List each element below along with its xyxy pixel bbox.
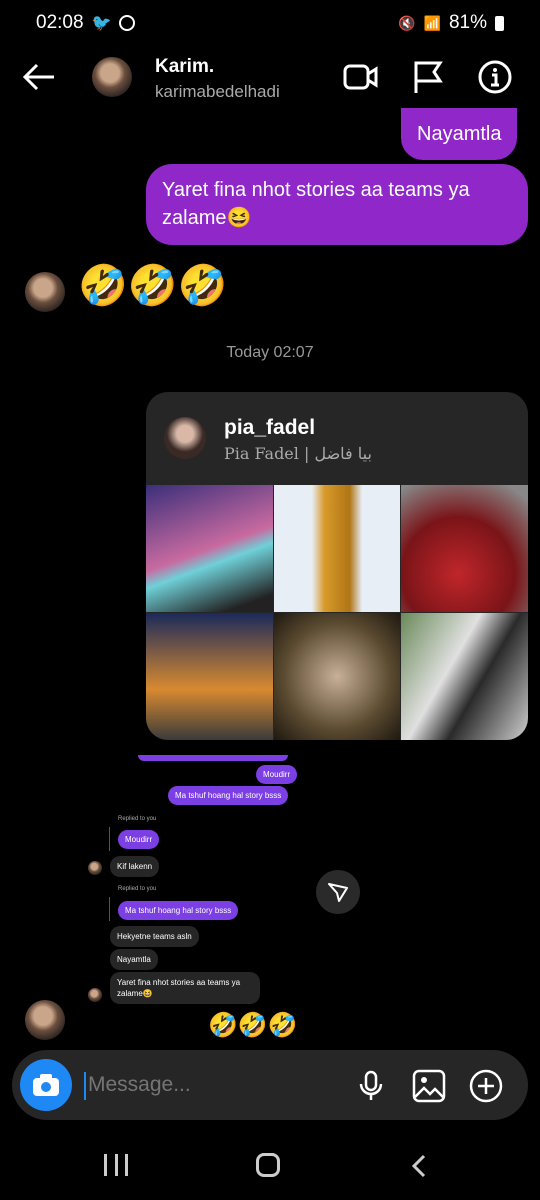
contact-username: karimabedelhadi	[155, 82, 280, 101]
clock: 02:08	[36, 12, 84, 33]
mini-avatar	[88, 861, 102, 875]
avatar[interactable]	[92, 57, 132, 97]
mini-received-message: Nayamtla	[110, 949, 158, 970]
cut-bubble	[138, 755, 288, 761]
navigation-bar	[0, 1140, 540, 1190]
battery-level: 81%	[448, 12, 487, 33]
status-bar: 02:08 🐦 🔇 📶 81%	[36, 10, 504, 36]
recent-apps-button[interactable]	[104, 1154, 128, 1176]
add-icon[interactable]	[469, 1069, 503, 1103]
chat-header: Karim. karimabedelhadi	[0, 50, 540, 106]
home-button[interactable]	[256, 1153, 280, 1177]
share-button[interactable]	[316, 870, 360, 914]
battery-icon	[495, 15, 504, 31]
replied-label: Replied to you	[118, 816, 157, 822]
received-emoji-message[interactable]: 🤣🤣🤣	[78, 262, 227, 309]
mini-received-message: Yaret fina nhot stories aa teams ya zala…	[110, 972, 260, 1004]
message-composer	[12, 1050, 528, 1120]
mini-received-message: Kif lakenn	[110, 856, 160, 877]
camera-button[interactable]	[20, 1059, 72, 1111]
back-nav-button[interactable]	[410, 1154, 428, 1183]
photo-thumbnail	[146, 613, 273, 740]
mini-sent-message: Moudirr	[256, 765, 298, 784]
info-icon[interactable]	[478, 60, 512, 94]
video-call-icon[interactable]	[343, 62, 379, 92]
emoji-message[interactable]: 🤣🤣🤣	[208, 1011, 298, 1040]
reply-quote: Moudirr	[118, 830, 160, 849]
mini-received-message: Hekyetne teams asln	[110, 926, 199, 947]
wifi-icon: 📶	[423, 14, 441, 31]
mute-icon: 🔇	[398, 14, 416, 31]
shared-profile-card[interactable]: pia_fadel Pia Fadel | بيا فاضل	[146, 392, 528, 740]
photo-thumbnail	[146, 485, 273, 612]
contact-avatar	[25, 272, 65, 312]
send-icon	[328, 883, 348, 902]
mini-sent-message: Ma tshuf hoang hal story bsss	[168, 786, 289, 805]
flag-icon[interactable]	[412, 60, 444, 94]
message-input[interactable]	[88, 1067, 348, 1103]
profile-avatar	[164, 417, 206, 459]
sent-message[interactable]: Nayamtla	[401, 108, 518, 160]
profile-username: pia_fadel	[224, 416, 316, 439]
contact-info[interactable]: Karim. karimabedelhadi	[155, 56, 280, 102]
twitter-icon: 🐦	[91, 15, 112, 32]
replied-label: Replied to you	[118, 886, 157, 892]
contact-avatar	[25, 1000, 65, 1040]
photo-thumbnail	[273, 485, 401, 612]
reply-quote: Ma tshuf hoang hal story bsss	[118, 901, 239, 920]
back-button[interactable]	[22, 62, 56, 92]
gallery-icon[interactable]	[412, 1069, 446, 1103]
shazam-icon	[119, 15, 136, 31]
sent-message[interactable]: Yaret fina nhot stories aa teams ya zala…	[146, 164, 528, 245]
profile-photo-grid	[146, 485, 528, 740]
profile-full-name: Pia Fadel | بيا فاضل	[224, 444, 372, 463]
embedded-chat-screenshot[interactable]: Moudirr Ma tshuf hoang hal story bsss Re…	[80, 755, 310, 1010]
microphone-icon[interactable]	[358, 1070, 384, 1102]
photo-thumbnail	[273, 613, 401, 740]
timestamp: Today 02:07	[226, 344, 314, 361]
mini-avatar	[88, 988, 102, 1002]
contact-name: Karim.	[155, 56, 215, 77]
camera-icon	[33, 1074, 59, 1096]
photo-thumbnail	[401, 485, 528, 612]
photo-thumbnail	[401, 613, 528, 740]
